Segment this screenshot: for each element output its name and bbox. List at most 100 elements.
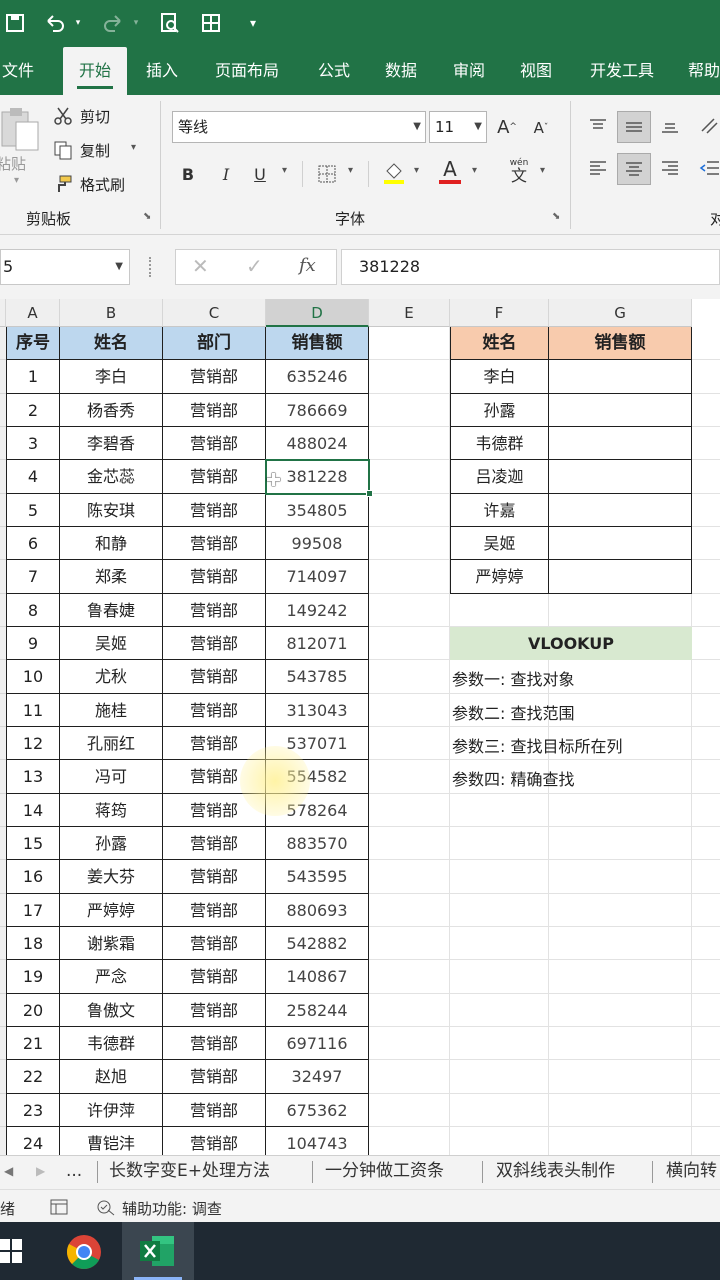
empty-cell[interactable] <box>369 560 450 594</box>
sheet-tab[interactable]: 一分钟做工资条 <box>325 1156 444 1189</box>
tab-page-layout[interactable]: 页面布局 <box>205 47 289 95</box>
lookup-name-cell[interactable]: 吕凌迦 <box>450 460 549 494</box>
empty-cell[interactable] <box>692 960 720 994</box>
row-header-corner[interactable] <box>0 299 6 327</box>
table-cell[interactable]: 营销部 <box>163 860 266 894</box>
table-cell[interactable]: 635246 <box>266 360 369 394</box>
table-cell[interactable]: 10 <box>6 660 60 694</box>
tab-home[interactable]: 开始 <box>63 47 127 95</box>
table-cell[interactable]: 1 <box>6 360 60 394</box>
table-cell[interactable]: 21 <box>6 1026 60 1061</box>
fill-handle[interactable] <box>366 489 373 497</box>
empty-cell[interactable] <box>369 1060 450 1094</box>
empty-cell[interactable] <box>369 393 450 427</box>
table-cell[interactable]: 578264 <box>266 793 369 827</box>
table-cell[interactable]: 16 <box>6 860 60 894</box>
bold-button[interactable]: B <box>176 159 200 189</box>
table-cell[interactable]: 812071 <box>266 626 369 661</box>
table-cell[interactable]: 金芯蕊 <box>60 460 163 494</box>
format-painter-button[interactable]: 格式刷 <box>80 174 125 195</box>
table-cell[interactable]: 5 <box>6 493 60 527</box>
empty-cell[interactable] <box>692 627 720 661</box>
clipboard-launcher-icon[interactable]: ⬊ <box>143 211 151 222</box>
table-cell[interactable]: 孔丽红 <box>60 726 163 761</box>
table-cell[interactable]: 697116 <box>266 1026 369 1061</box>
table-cell[interactable]: 营销部 <box>163 726 266 761</box>
table-cell[interactable]: 675362 <box>266 1093 369 1127</box>
empty-cell[interactable] <box>369 327 450 361</box>
table-cell[interactable]: 营销部 <box>163 426 266 461</box>
empty-cell[interactable] <box>549 593 692 627</box>
table-cell[interactable]: 2 <box>6 393 60 427</box>
accessibility-icon[interactable] <box>96 1198 116 1220</box>
empty-cell[interactable] <box>692 427 720 461</box>
copy-button[interactable]: 复制 <box>80 140 110 161</box>
lookup-value-cell[interactable] <box>549 393 692 427</box>
empty-cell[interactable] <box>549 960 692 994</box>
empty-cell[interactable] <box>369 1026 450 1061</box>
table-cell[interactable]: 99508 <box>266 526 369 561</box>
empty-cell[interactable] <box>692 494 720 527</box>
print-preview-icon[interactable] <box>155 8 185 38</box>
align-top-icon[interactable] <box>584 113 612 139</box>
column-header[interactable]: G <box>549 299 692 327</box>
tab-review[interactable]: 审阅 <box>445 47 493 95</box>
table-cell[interactable]: 赵旭 <box>60 1060 163 1094</box>
increase-font-icon[interactable]: A ^ <box>494 113 520 141</box>
table-cell[interactable]: 营销部 <box>163 960 266 994</box>
empty-cell[interactable] <box>692 1127 720 1155</box>
empty-cell[interactable] <box>549 1126 692 1155</box>
table-cell[interactable]: 883570 <box>266 826 369 861</box>
lookup-value-cell[interactable] <box>549 560 692 594</box>
table-cell[interactable]: 18 <box>6 926 60 961</box>
empty-cell[interactable] <box>692 1060 720 1094</box>
empty-cell[interactable] <box>549 826 692 861</box>
table-cell[interactable]: 郑柔 <box>60 560 163 594</box>
empty-cell[interactable] <box>369 460 450 494</box>
fill-color-dropdown-icon[interactable]: ▾ <box>414 165 419 176</box>
scissors-icon[interactable] <box>52 105 74 127</box>
table-cell[interactable]: 786669 <box>266 393 369 427</box>
table-cell[interactable]: 姜大芬 <box>60 860 163 894</box>
enter-icon[interactable]: ✓ <box>246 254 263 278</box>
formula-input[interactable]: 381228 <box>341 249 720 285</box>
tab-view[interactable]: 视图 <box>512 47 560 95</box>
table-cell[interactable]: 营销部 <box>163 593 266 627</box>
border-dropdown-icon[interactable]: ▾ <box>348 165 353 176</box>
lookup-value-cell[interactable] <box>549 493 692 527</box>
align-left-icon[interactable] <box>584 155 612 181</box>
table-cell[interactable]: 17 <box>6 893 60 927</box>
chrome-icon[interactable] <box>66 1234 102 1274</box>
table-cell[interactable]: 543595 <box>266 860 369 894</box>
table-cell[interactable]: 3 <box>6 426 60 461</box>
table-cell[interactable]: 140867 <box>266 960 369 994</box>
redo-dropdown-icon[interactable]: ▾ <box>126 8 146 38</box>
empty-cell[interactable] <box>692 327 720 361</box>
font-size-combo[interactable]: 11 ▼ <box>429 111 487 143</box>
table-cell[interactable]: 鲁春婕 <box>60 593 163 627</box>
table-cell[interactable]: 营销部 <box>163 1026 266 1061</box>
empty-cell[interactable] <box>549 893 692 927</box>
table-cell[interactable]: 吴姬 <box>60 626 163 661</box>
table-cell[interactable]: 714097 <box>266 560 369 594</box>
empty-cell[interactable] <box>692 894 720 927</box>
table-cell[interactable]: 营销部 <box>163 626 266 661</box>
empty-cell[interactable] <box>692 527 720 561</box>
table-cell[interactable]: 488024 <box>266 426 369 461</box>
empty-cell[interactable] <box>369 793 450 827</box>
empty-cell[interactable] <box>692 560 720 594</box>
table-cell[interactable]: 冯可 <box>60 760 163 794</box>
table-cell[interactable]: 和静 <box>60 526 163 561</box>
tab-formulas[interactable]: 公式 <box>310 47 358 95</box>
font-name-combo[interactable]: 等线 ▼ <box>172 111 426 143</box>
table-cell[interactable]: 19 <box>6 960 60 994</box>
empty-cell[interactable] <box>450 960 549 994</box>
empty-cell[interactable] <box>692 394 720 427</box>
font-color-dropdown-icon[interactable]: ▾ <box>472 165 477 176</box>
table-cell[interactable]: 许伊萍 <box>60 1093 163 1127</box>
macro-record-icon[interactable] <box>50 1199 68 1219</box>
empty-cell[interactable] <box>450 893 549 927</box>
table-cell[interactable]: 9 <box>6 626 60 661</box>
table-cell[interactable]: 营销部 <box>163 1126 266 1155</box>
table-cell[interactable]: 20 <box>6 993 60 1027</box>
